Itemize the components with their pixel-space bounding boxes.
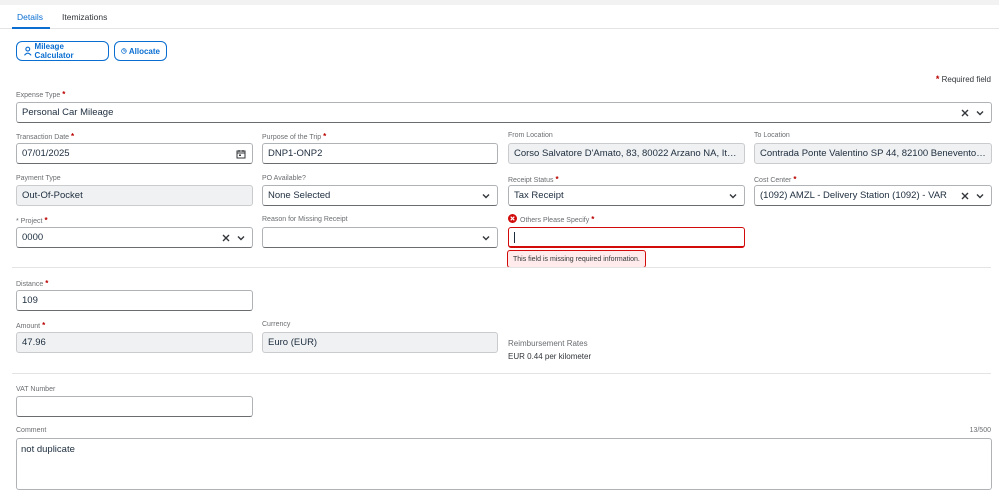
cost-center-select[interactable]: (1092) AMZL - Delivery Station (1092) - … — [754, 185, 992, 206]
calculator-person-icon — [23, 46, 32, 56]
clear-x-icon[interactable] — [220, 232, 232, 244]
active-tab-indicator — [12, 27, 50, 29]
cost-center-label: Cost Center * — [754, 175, 796, 184]
tab-bar: Details Itemizations — [0, 5, 999, 29]
mileage-calculator-button[interactable]: Mileage Calculator — [16, 41, 109, 61]
chevron-down-icon[interactable] — [727, 190, 739, 202]
section-divider — [12, 373, 991, 374]
amount-label-text: Amount — [16, 323, 41, 330]
vat-number-label: VAT Number — [16, 386, 56, 393]
tab-itemizations[interactable]: Itemizations — [62, 12, 107, 22]
mileage-calculator-label: Mileage Calculator — [34, 42, 74, 60]
required-star: * — [45, 279, 49, 288]
required-note-text: Required field — [941, 75, 991, 84]
receipt-status-label: Receipt Status * — [508, 175, 559, 184]
required-star: * — [44, 216, 48, 225]
expense-type-label-text: Expense Type — [16, 92, 61, 99]
from-location-value: Corso Salvatore D'Amato, 83, 80022 Arzan… — [514, 148, 739, 159]
receipt-status-select[interactable]: Tax Receipt — [508, 185, 745, 206]
purpose-label-text: Purpose of the Trip — [262, 134, 322, 141]
calendar-icon[interactable] — [235, 148, 247, 160]
allocate-icon — [121, 48, 127, 54]
comment-character-counter: 13/500 — [969, 427, 991, 434]
others-specify-label: Others Please Specify * — [508, 214, 594, 224]
comment-textarea[interactable]: not duplicate — [16, 438, 992, 490]
distance-value: 109 — [22, 295, 38, 306]
others-specify-label-text: Others Please Specify — [520, 217, 590, 224]
purpose-value: DNP1-ONP2 — [268, 148, 323, 159]
clear-x-icon[interactable] — [959, 190, 971, 202]
required-star: * — [591, 215, 595, 224]
transaction-date-input[interactable]: 07/01/2025 — [16, 143, 253, 164]
transaction-date-value: 07/01/2025 — [22, 148, 70, 159]
reimbursement-rates-value: EUR 0.44 per kilometer — [508, 352, 592, 361]
to-location-field: Contrada Ponte Valentino SP 44, 82100 Be… — [754, 143, 992, 164]
transaction-date-label: Transaction Date * — [16, 132, 74, 141]
from-location-label: From Location — [508, 132, 553, 139]
cost-center-label-text: Cost Center — [754, 177, 792, 184]
required-star: * — [71, 132, 75, 141]
po-available-label: PO Available? — [262, 175, 306, 182]
required-field-note: * Required field — [936, 74, 991, 84]
expense-type-select[interactable]: Personal Car Mileage — [16, 102, 992, 123]
transaction-date-label-text: Transaction Date — [16, 134, 70, 141]
missing-receipt-reason-label: Reason for Missing Receipt — [262, 216, 348, 223]
from-location-field: Corso Salvatore D'Amato, 83, 80022 Arzan… — [508, 143, 745, 164]
clear-x-icon[interactable] — [959, 107, 971, 119]
distance-input[interactable]: 109 — [16, 290, 253, 311]
cost-center-value: (1092) AMZL - Delivery Station (1092) - … — [760, 190, 947, 201]
expense-type-value: Personal Car Mileage — [22, 107, 114, 118]
payment-type-label: Payment Type — [16, 175, 61, 182]
required-star: * — [935, 74, 940, 84]
comment-label: Comment — [16, 427, 47, 434]
error-circle-icon — [508, 214, 517, 223]
payment-type-value: Out-Of-Pocket — [22, 190, 83, 201]
text-cursor — [514, 231, 515, 243]
required-star: * — [793, 175, 797, 184]
section-divider — [12, 267, 991, 268]
receipt-status-value: Tax Receipt — [514, 190, 564, 201]
allocate-label: Allocate — [128, 46, 160, 56]
receipt-status-label-text: Receipt Status — [508, 177, 554, 184]
purpose-input[interactable]: DNP1-ONP2 — [262, 143, 498, 164]
purpose-label: Purpose of the Trip * — [262, 132, 326, 141]
to-location-label: To Location — [754, 132, 790, 139]
required-star: * — [323, 132, 327, 141]
required-star: * — [555, 175, 559, 184]
required-star: * — [42, 321, 46, 330]
allocate-button[interactable]: Allocate — [114, 41, 167, 61]
project-value: 0000 — [22, 232, 44, 243]
currency-label: Currency — [262, 321, 291, 328]
validation-error-tooltip: This field is missing required informati… — [507, 250, 646, 268]
missing-receipt-reason-select[interactable] — [262, 227, 498, 248]
payment-type-field: Out-Of-Pocket — [16, 185, 253, 206]
chevron-down-icon[interactable] — [974, 190, 986, 202]
po-available-select[interactable]: None Selected — [262, 185, 498, 206]
comment-value: not duplicate — [21, 444, 75, 455]
project-select[interactable]: 0000 — [16, 227, 253, 248]
chevron-down-icon[interactable] — [235, 232, 247, 244]
reimbursement-rates-label: Reimbursement Rates — [508, 339, 588, 348]
distance-label-text: Distance — [16, 281, 44, 288]
project-label-text: * Project — [16, 218, 43, 225]
others-specify-input[interactable] — [508, 227, 745, 248]
vat-number-input[interactable] — [16, 396, 253, 417]
chevron-down-icon[interactable] — [480, 190, 492, 202]
tab-details[interactable]: Details — [17, 12, 43, 22]
required-star: * — [62, 90, 66, 99]
amount-label: Amount * — [16, 321, 45, 330]
currency-value: Euro (EUR) — [268, 337, 318, 348]
chevron-down-icon[interactable] — [974, 107, 986, 119]
amount-value: 47.96 — [22, 337, 46, 348]
po-available-value: None Selected — [268, 190, 331, 201]
project-label: * Project * — [16, 216, 48, 225]
expense-type-label: Expense Type * — [16, 90, 65, 99]
distance-label: Distance * — [16, 279, 48, 288]
currency-field: Euro (EUR) — [262, 332, 498, 353]
to-location-value: Contrada Ponte Valentino SP 44, 82100 Be… — [760, 148, 986, 159]
chevron-down-icon[interactable] — [480, 232, 492, 244]
amount-field: 47.96 — [16, 332, 253, 353]
